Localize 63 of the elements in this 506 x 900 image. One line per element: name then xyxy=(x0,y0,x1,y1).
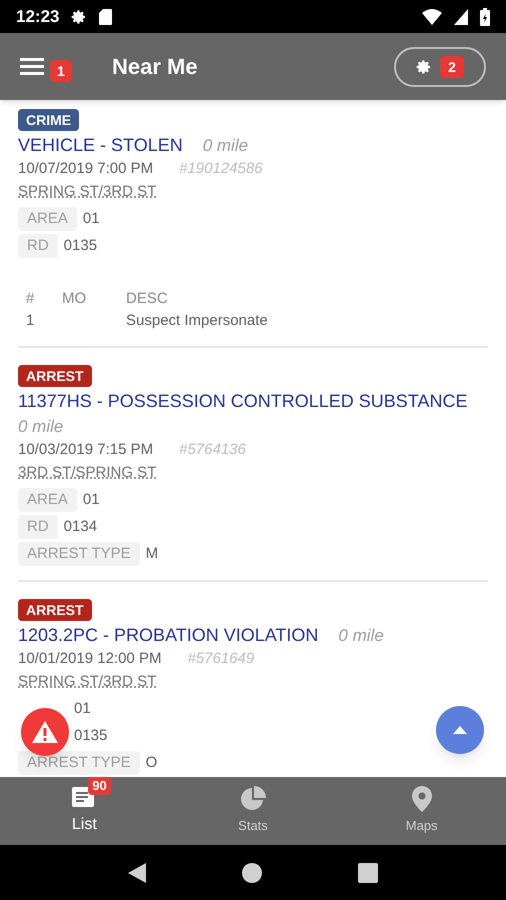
menu-button[interactable]: 1 xyxy=(20,46,90,86)
incident-datetime: 10/07/2019 7:00 PM xyxy=(18,159,154,179)
category-badge: CRIME xyxy=(18,109,80,131)
field-value: 0134 xyxy=(64,517,98,537)
report-button[interactable] xyxy=(21,708,69,756)
incident-number: #190124586 xyxy=(179,159,263,179)
warning-icon xyxy=(32,721,58,743)
table-cell-text: Suspect Impersonate xyxy=(126,311,269,331)
nav-tab[interactable]: Stats xyxy=(168,777,338,845)
distance-text: 0 mile xyxy=(202,135,248,157)
status-time: 12:23 xyxy=(16,6,60,28)
battery-icon xyxy=(480,8,490,26)
recents-icon[interactable] xyxy=(358,862,378,882)
location-link[interactable]: SPRING ST/3RD ST xyxy=(18,673,156,690)
location-link[interactable]: 3RD ST/SPRING ST xyxy=(18,464,156,481)
pie-chart-icon xyxy=(240,786,266,812)
field-value: 01 xyxy=(82,490,100,510)
home-icon[interactable] xyxy=(242,862,262,882)
menu-icon xyxy=(20,58,44,76)
field-value: M xyxy=(146,544,158,564)
category-badge: ARREST xyxy=(18,365,92,387)
sd-card-icon xyxy=(99,8,112,24)
screen-title: Near Me xyxy=(112,53,199,81)
nav-tab[interactable]: 90 List xyxy=(0,777,169,845)
field-label: RD xyxy=(18,234,58,258)
column-header: # xyxy=(26,289,36,309)
field-value: 01 xyxy=(82,209,100,229)
map-pin-icon xyxy=(412,786,432,812)
filter-count-badge: 2 xyxy=(440,56,464,78)
field-value: 01 xyxy=(74,699,91,719)
column-header: MO xyxy=(62,289,88,309)
signal-icon xyxy=(454,8,468,24)
field-label: ARREST TYPE xyxy=(18,751,140,775)
incident-number: #5764136 xyxy=(179,440,246,460)
field-label: AREA xyxy=(18,207,77,231)
incident-title: VEHICLE - STOLEN xyxy=(18,135,183,155)
incident-datetime: 10/03/2019 7:15 PM xyxy=(18,440,154,460)
distance-text: 0 mile xyxy=(18,416,64,438)
caret-up-icon xyxy=(453,726,467,734)
nav-tab[interactable]: Maps xyxy=(337,777,506,845)
field-value: 0135 xyxy=(64,236,98,256)
filter-button[interactable]: 2 xyxy=(394,46,486,86)
field-value: O xyxy=(146,753,158,773)
back-icon[interactable] xyxy=(128,862,146,882)
gear-icon xyxy=(71,8,88,24)
incident-datetime: 10/01/2019 12:00 PM xyxy=(18,649,162,669)
distance-text: 0 mile xyxy=(338,625,384,647)
notification-badge: 1 xyxy=(50,60,72,82)
field-label: ARREST TYPE xyxy=(18,542,140,566)
field-label: RD xyxy=(18,515,58,539)
settings-icon xyxy=(416,58,432,74)
field-label: AREA xyxy=(18,488,77,512)
column-header: DESC xyxy=(126,289,169,309)
incident-title: 1203.2PC - PROBATION VIOLATION xyxy=(18,625,318,645)
category-badge: ARREST xyxy=(18,599,92,621)
field-value: 0135 xyxy=(74,726,108,746)
incident-title: 11377HS - POSSESSION CONTROLLED SUBSTANCE xyxy=(18,391,468,411)
wifi-icon xyxy=(422,8,442,24)
table-cell-text: 1 xyxy=(26,311,36,331)
location-link[interactable]: SPRING ST/3RD ST xyxy=(18,183,156,200)
incident-number: #5761649 xyxy=(187,649,254,669)
count-badge: 90 xyxy=(88,777,111,795)
scroll-top-button[interactable] xyxy=(436,706,484,754)
